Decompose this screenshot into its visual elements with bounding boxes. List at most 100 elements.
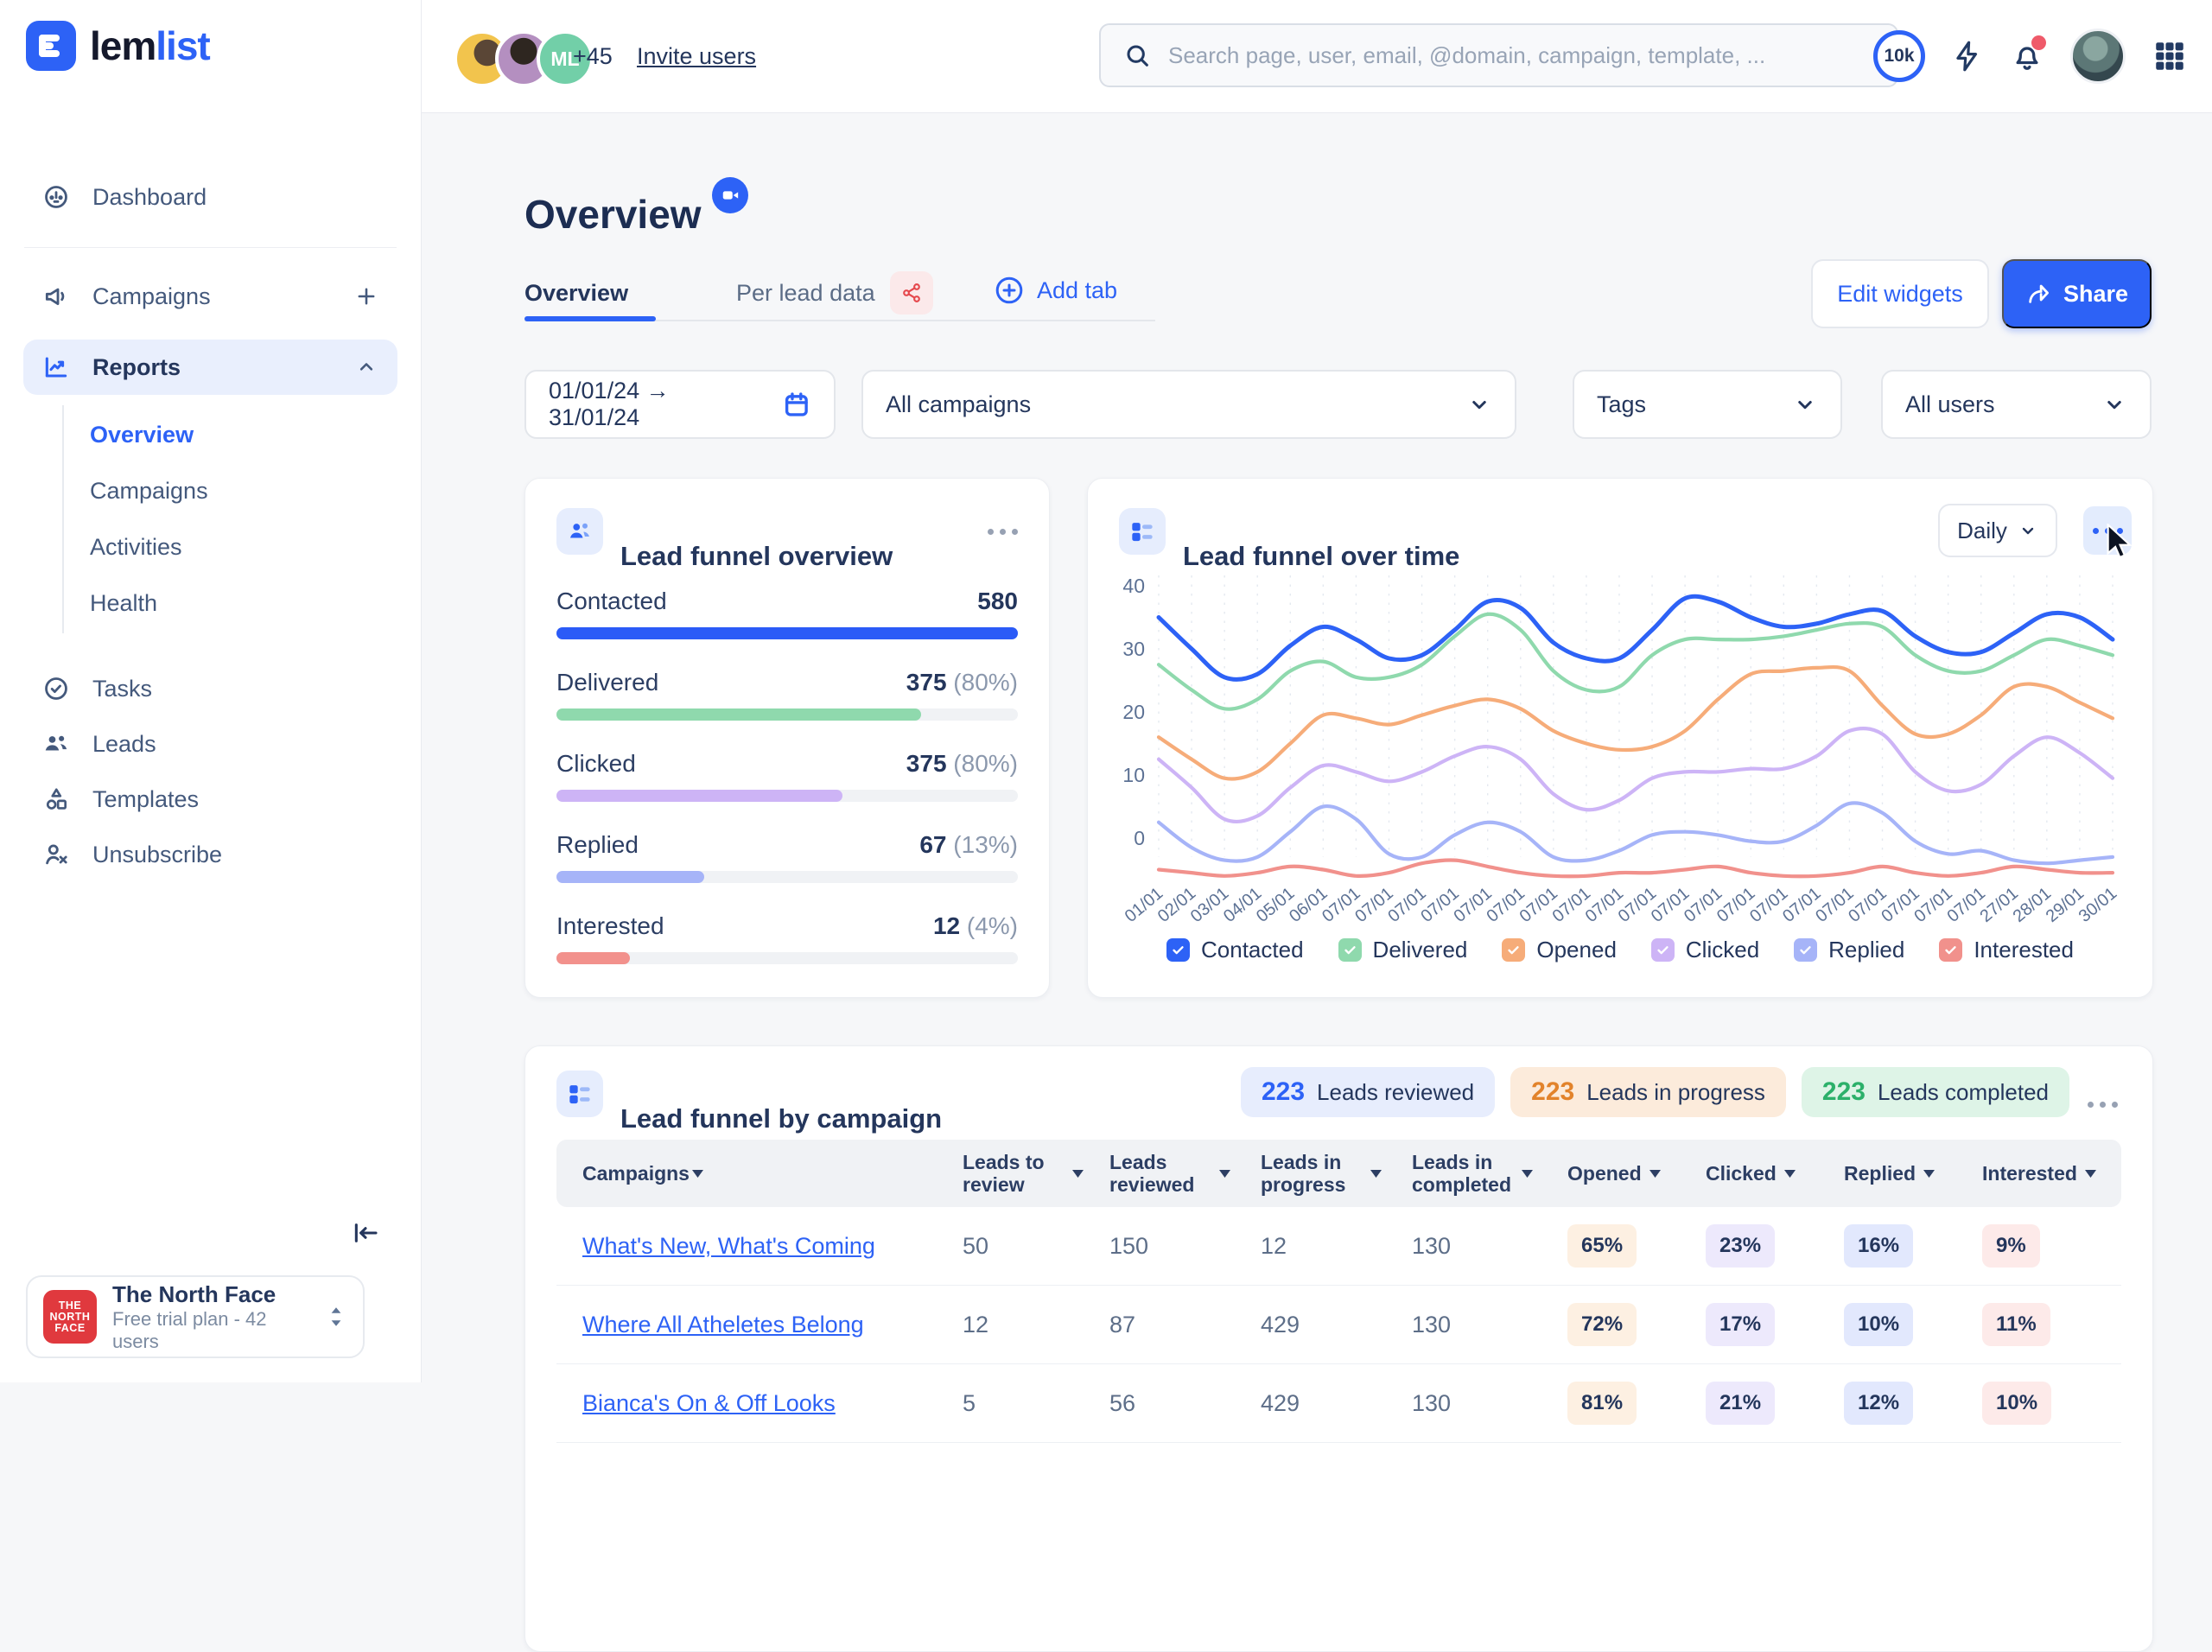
legend-checkbox-icon	[1166, 938, 1190, 962]
add-tab-button[interactable]: Add tab	[994, 275, 1117, 306]
column-header-leads-in-progress[interactable]: Leads in progress	[1261, 1151, 1412, 1196]
tab-overview[interactable]: Overview	[524, 280, 628, 307]
lightning-icon[interactable]	[1951, 40, 1984, 73]
legend-label: Contacted	[1201, 937, 1304, 963]
svg-text:01/01: 01/01	[1122, 884, 1166, 926]
legend-item-interested[interactable]: Interested	[1939, 937, 2074, 963]
sidebar-subitem-overview[interactable]: Overview	[64, 407, 421, 463]
workspace-name: The North Face	[112, 1280, 309, 1308]
table-cell: 130	[1412, 1312, 1567, 1338]
badge-label: Leads reviewed	[1317, 1079, 1474, 1106]
sidebar-item-leads[interactable]: Leads	[23, 716, 397, 772]
legend-item-clicked[interactable]: Clicked	[1651, 937, 1759, 963]
campaign-link[interactable]: Where All Atheletes Belong	[556, 1312, 963, 1338]
column-header-leads-in-completed[interactable]: Leads in completed	[1412, 1151, 1567, 1196]
legend-item-contacted[interactable]: Contacted	[1166, 937, 1304, 963]
tab-per-lead-data[interactable]: Per lead data	[736, 280, 875, 307]
dashboard-icon	[42, 183, 70, 211]
column-header-clicked[interactable]: Clicked	[1706, 1162, 1844, 1185]
sidebar-item-tasks[interactable]: Tasks	[23, 661, 397, 716]
invite-users-link[interactable]: Invite users	[637, 43, 756, 70]
share-button[interactable]: Share	[2002, 259, 2152, 328]
search-input[interactable]: Search page, user, email, @domain, campa…	[1099, 23, 1898, 87]
table-cell: 150	[1109, 1233, 1261, 1260]
column-header-leads-reviewed[interactable]: Leads reviewed	[1109, 1151, 1261, 1196]
sidebar-item-dashboard[interactable]: Dashboard	[23, 169, 397, 225]
funnel-bar-track	[556, 871, 1018, 883]
date-range-filter[interactable]: 01/01/24 → 31/01/24	[524, 370, 836, 439]
table-cell-pct: 17%	[1706, 1303, 1844, 1346]
column-header-leads-to-review[interactable]: Leads to review	[963, 1151, 1109, 1196]
column-header-campaigns[interactable]: Campaigns	[556, 1162, 963, 1185]
column-header-opened[interactable]: Opened	[1567, 1162, 1706, 1185]
users-filter[interactable]: All users	[1881, 370, 2152, 439]
sort-icon	[1219, 1170, 1230, 1178]
apps-grid-icon[interactable]	[2152, 38, 2188, 74]
table-cell-pct: 23%	[1706, 1224, 1844, 1268]
column-header-interested[interactable]: Interested	[1982, 1162, 2121, 1185]
sort-icon	[1784, 1170, 1796, 1178]
badge-count: 223	[1531, 1077, 1574, 1107]
workspace-plan: Free trial plan - 42 users	[112, 1308, 309, 1353]
svg-text:07/01: 07/01	[1319, 884, 1363, 926]
chart-legend: Contacted Delivered Opened Clicked Repli…	[1088, 937, 2152, 963]
legend-checkbox-icon	[1338, 938, 1362, 962]
extra-users-count: +45	[573, 43, 613, 70]
sidebar-subitem-health[interactable]: Health	[64, 575, 421, 632]
shapes-icon	[42, 785, 70, 813]
campaigns-filter[interactable]: All campaigns	[861, 370, 1516, 439]
card-menu-icon[interactable]	[988, 529, 1018, 535]
tags-filter[interactable]: Tags	[1573, 370, 1842, 439]
sidebar: lemlist Dashboard Campaigns Reports Overv…	[0, 0, 422, 1382]
svg-text:07/01: 07/01	[1450, 884, 1495, 926]
table-cell-pct: 12%	[1844, 1382, 1982, 1425]
chevron-down-icon	[2018, 520, 2038, 541]
credits-badge[interactable]: 10k	[1873, 30, 1925, 82]
lemlist-logo-icon	[26, 21, 76, 71]
plus-icon[interactable]	[354, 284, 378, 308]
funnel-bar-fill	[556, 708, 921, 721]
collapse-sidebar-icon[interactable]	[344, 1213, 387, 1253]
sidebar-subitem-activities[interactable]: Activities	[64, 519, 421, 575]
table-cell: 50	[963, 1233, 1109, 1260]
chevron-down-icon	[2101, 391, 2127, 417]
chevron-up-icon[interactable]	[354, 355, 378, 379]
svg-text:29/01: 29/01	[2043, 884, 2088, 926]
campaign-link[interactable]: Bianca's On & Off Looks	[556, 1390, 963, 1417]
funnel-label: Clicked	[556, 750, 636, 778]
campaign-link[interactable]: What's New, What's Coming	[556, 1233, 963, 1260]
svg-text:02/01: 02/01	[1154, 884, 1199, 926]
edit-widgets-button[interactable]: Edit widgets	[1811, 259, 1989, 328]
campaigns-table: CampaignsLeads to reviewLeads reviewedLe…	[556, 1140, 2121, 1443]
sidebar-subitem-campaigns[interactable]: Campaigns	[64, 463, 421, 519]
card-title: Lead funnel overview	[620, 541, 893, 572]
sidebar-item-reports[interactable]: Reports	[23, 340, 397, 395]
legend-item-delivered[interactable]: Delivered	[1338, 937, 1468, 963]
svg-text:07/01: 07/01	[1943, 884, 1988, 926]
badge-count: 223	[1262, 1077, 1305, 1107]
sidebar-item-campaigns[interactable]: Campaigns	[23, 269, 397, 324]
legend-item-opened[interactable]: Opened	[1502, 937, 1617, 963]
funnel-value: 375 (80%)	[906, 750, 1018, 778]
legend-label: Opened	[1536, 937, 1617, 963]
notifications-button[interactable]	[2010, 39, 2044, 73]
share-nodes-icon[interactable]	[890, 271, 933, 315]
legend-item-replied[interactable]: Replied	[1794, 937, 1904, 963]
svg-text:04/01: 04/01	[1220, 884, 1265, 926]
active-tab-underline	[524, 316, 656, 321]
sidebar-item-templates[interactable]: Templates	[23, 772, 397, 827]
funnel-bar-fill	[556, 627, 1018, 639]
lemlist-logo[interactable]: lemlist	[26, 21, 210, 71]
funnel-label: Interested	[556, 912, 664, 940]
user-avatar[interactable]	[2070, 29, 2126, 84]
lead-funnel-overview-card: Lead funnel overview Contacted 580 Deliv…	[524, 478, 1050, 998]
table-cell-pct: 11%	[1982, 1303, 2121, 1346]
video-tutorial-icon[interactable]	[712, 177, 748, 213]
interval-select[interactable]: Daily	[1938, 504, 2057, 557]
lead-funnel-over-time-card: Lead funnel over time Daily 01020304001/…	[1087, 478, 2153, 998]
sidebar-item-unsubscribe[interactable]: Unsubscribe	[23, 827, 397, 882]
workspace-switcher[interactable]: THENORTHFACE The North Face Free trial p…	[26, 1275, 365, 1358]
sidebar-divider	[24, 247, 397, 248]
column-header-replied[interactable]: Replied	[1844, 1162, 1982, 1185]
card-menu-icon[interactable]	[2088, 1102, 2118, 1108]
